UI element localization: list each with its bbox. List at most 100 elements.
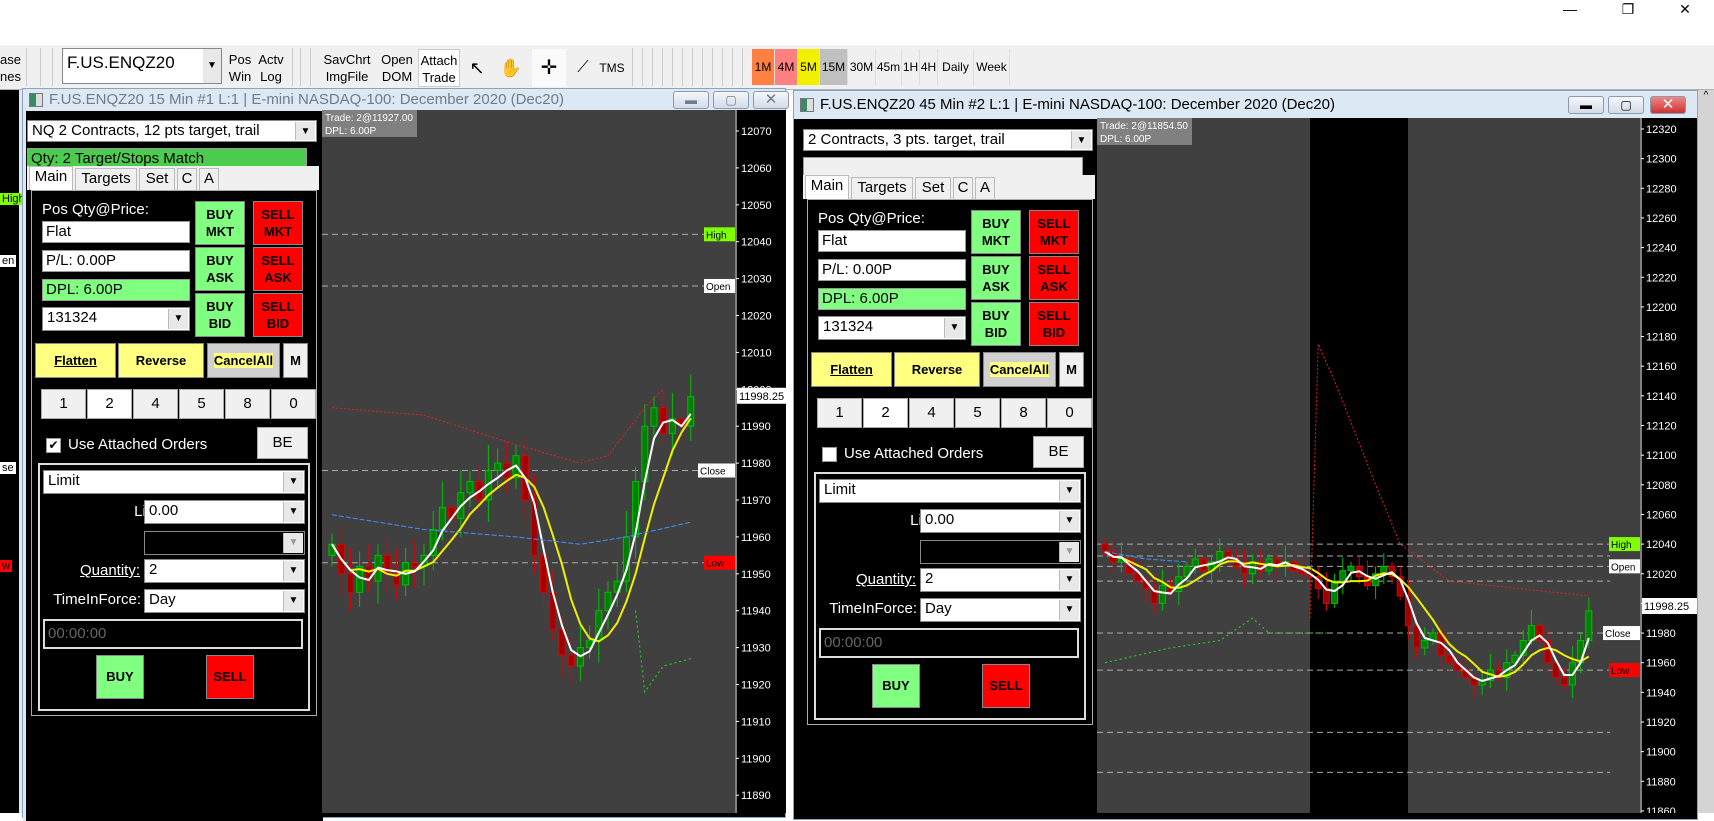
order-type-select[interactable]: Limit ▼ xyxy=(43,470,305,494)
toolbar-cut-button[interactable]: ase nes xyxy=(0,49,21,87)
minimize-button[interactable]: ▬ xyxy=(673,91,709,109)
timeframe-5m[interactable]: 5M xyxy=(798,49,820,85)
timeframe-daily[interactable]: Daily xyxy=(938,49,974,85)
tms-button[interactable]: TMS xyxy=(598,49,626,87)
time-in-force-select[interactable]: Day ▼ xyxy=(144,589,305,613)
chevron-down-icon[interactable]: ▼ xyxy=(295,122,315,140)
symbol-combo[interactable]: F.US.ENQZ20 ▼ xyxy=(62,48,222,84)
use-attached-orders-checkbox[interactable]: ✔ xyxy=(46,438,61,453)
price-chart-15min[interactable]: 1207012060120501204012030120201201012000… xyxy=(322,110,786,813)
sell-ask-button[interactable]: SELL ASK xyxy=(253,247,303,291)
sell-button[interactable]: SELL xyxy=(206,655,254,699)
pointer-icon[interactable]: ↖ xyxy=(466,49,488,87)
tab-targets[interactable]: Targets xyxy=(75,168,137,190)
chevron-down-icon[interactable]: ▼ xyxy=(1071,131,1091,149)
tab-c[interactable]: C xyxy=(177,168,197,190)
timeframe-4m[interactable]: 4M xyxy=(775,49,798,85)
pos-win-button[interactable]: Pos Win xyxy=(226,49,254,87)
timeframe-1h[interactable]: 1H xyxy=(902,49,920,85)
order-type-select[interactable]: Limit ▼ xyxy=(819,479,1081,503)
qty-button-4[interactable]: 4 xyxy=(909,398,954,428)
chevron-down-icon[interactable]: ▼ xyxy=(283,591,303,611)
quantity-select[interactable]: 2 ▼ xyxy=(920,568,1081,592)
buy-bid-button[interactable]: BUY BID xyxy=(971,302,1021,346)
chevron-down-icon[interactable]: ▼ xyxy=(283,561,303,581)
breakeven-button[interactable]: BE xyxy=(1033,436,1084,468)
chevron-down-icon[interactable]: ▼ xyxy=(1059,481,1079,501)
chevron-down-icon[interactable]: ▼ xyxy=(283,472,303,492)
chevron-down-icon[interactable]: ▼ xyxy=(1059,511,1079,531)
tab-main[interactable]: Main xyxy=(29,166,73,190)
save-chart-image-button[interactable]: SavChrt ImgFile xyxy=(318,49,376,87)
close-button[interactable]: ✕ xyxy=(1662,2,1708,16)
sell-bid-button[interactable]: SELL BID xyxy=(253,293,303,337)
close-button[interactable]: ✕ xyxy=(753,91,789,109)
chevron-down-icon[interactable]: ▼ xyxy=(1059,570,1079,590)
tab-c[interactable]: C xyxy=(953,177,973,199)
timeframe-15m[interactable]: 15M xyxy=(820,49,848,85)
attach-trade-button[interactable]: Attach Trade xyxy=(418,49,460,87)
limit-price-input[interactable]: 0.00 ▼ xyxy=(144,500,305,524)
open-dom-button[interactable]: Open DOM xyxy=(378,49,416,87)
buy-mkt-button[interactable]: BUY MKT xyxy=(195,201,245,245)
qty-button-1[interactable]: 1 xyxy=(41,389,86,419)
timeframe-30m[interactable]: 30M xyxy=(848,49,876,85)
tab-targets[interactable]: Targets xyxy=(851,177,913,199)
sell-mkt-button[interactable]: SELL MKT xyxy=(1029,210,1079,254)
account-select[interactable]: 131324 ▼ xyxy=(42,307,190,331)
timeframe-4h[interactable]: 4H xyxy=(920,49,938,85)
qty-button-5[interactable]: 5 xyxy=(179,389,224,419)
chevron-down-icon[interactable]: ▼ xyxy=(168,309,188,329)
time-in-force-select[interactable]: Day ▼ xyxy=(920,598,1081,622)
chevron-down-icon[interactable]: ▼ xyxy=(944,318,964,338)
sell-button[interactable]: SELL xyxy=(982,664,1030,708)
breakeven-button[interactable]: BE xyxy=(257,427,308,459)
tab-set[interactable]: Set xyxy=(139,168,175,190)
timeframe-45m[interactable]: 45m xyxy=(876,49,902,85)
qty-button-5[interactable]: 5 xyxy=(955,398,1000,428)
maximize-button[interactable]: ▢ xyxy=(1608,96,1644,114)
maximize-button[interactable]: ▢ xyxy=(713,91,749,109)
m-button[interactable]: M xyxy=(283,343,308,378)
hand-pan-icon[interactable]: ✋ xyxy=(492,49,530,87)
crosshair-icon[interactable]: ✛ xyxy=(532,49,566,87)
chevron-down-icon[interactable]: ▼ xyxy=(203,49,221,83)
minimize-button[interactable]: ▬ xyxy=(1568,96,1604,114)
qty-button-8[interactable]: 8 xyxy=(1001,398,1046,428)
minimize-button[interactable]: — xyxy=(1547,2,1593,16)
scroll-up-icon[interactable]: ^ xyxy=(1698,90,1714,101)
buy-mkt-button[interactable]: BUY MKT xyxy=(971,210,1021,254)
cancel-all-button[interactable]: CancelAll xyxy=(207,343,280,378)
qty-button-2[interactable]: 2 xyxy=(863,398,908,428)
buy-button[interactable]: BUY xyxy=(872,664,920,708)
flatten-button[interactable]: Flatten xyxy=(35,343,116,378)
restore-button[interactable]: ❐ xyxy=(1605,2,1651,16)
quantity-select[interactable]: 2 ▼ xyxy=(144,559,305,583)
sell-ask-button[interactable]: SELL ASK xyxy=(1029,256,1079,300)
qty-button-8[interactable]: 8 xyxy=(225,389,270,419)
tab-main[interactable]: Main xyxy=(805,175,849,199)
cancel-all-button[interactable]: CancelAll xyxy=(983,352,1056,387)
timeframe-1m[interactable]: 1M xyxy=(752,49,775,85)
qty-button-2[interactable]: 2 xyxy=(87,389,132,419)
scrollbar[interactable]: ^ xyxy=(1698,90,1714,813)
m-button[interactable]: M xyxy=(1059,352,1084,387)
actv-log-button[interactable]: Actv Log xyxy=(256,49,286,87)
tab-set[interactable]: Set xyxy=(915,177,951,199)
buy-button[interactable]: BUY xyxy=(96,655,144,699)
sell-mkt-button[interactable]: SELL MKT xyxy=(253,201,303,245)
price-chart-45min[interactable]: 12320 12300 12280 12260 12240 12220 12200 12180… xyxy=(1097,118,1697,813)
time-input[interactable]: 00:00:00 xyxy=(819,628,1079,658)
strategy-select[interactable]: NQ 2 Contracts, 12 pts target, trail ▼ xyxy=(27,120,317,142)
time-input[interactable]: 00:00:00 xyxy=(43,619,303,649)
qty-button-1[interactable]: 1 xyxy=(817,398,862,428)
window-titlebar[interactable]: F.US.ENQZ20 45 Min #2 L:1 | E-mini NASDA… xyxy=(794,91,1697,119)
limit-price-input[interactable]: 0.00 ▼ xyxy=(920,509,1081,533)
sell-bid-button[interactable]: SELL BID xyxy=(1029,302,1079,346)
buy-bid-button[interactable]: BUY BID xyxy=(195,293,245,337)
use-attached-orders-checkbox[interactable] xyxy=(822,447,837,462)
strategy-select[interactable]: 2 Contracts, 3 pts. target, trail ▼ xyxy=(803,129,1093,151)
account-select[interactable]: 131324 ▼ xyxy=(818,316,966,340)
chevron-down-icon[interactable]: ▼ xyxy=(283,502,303,522)
buy-ask-button[interactable]: BUY ASK xyxy=(195,247,245,291)
